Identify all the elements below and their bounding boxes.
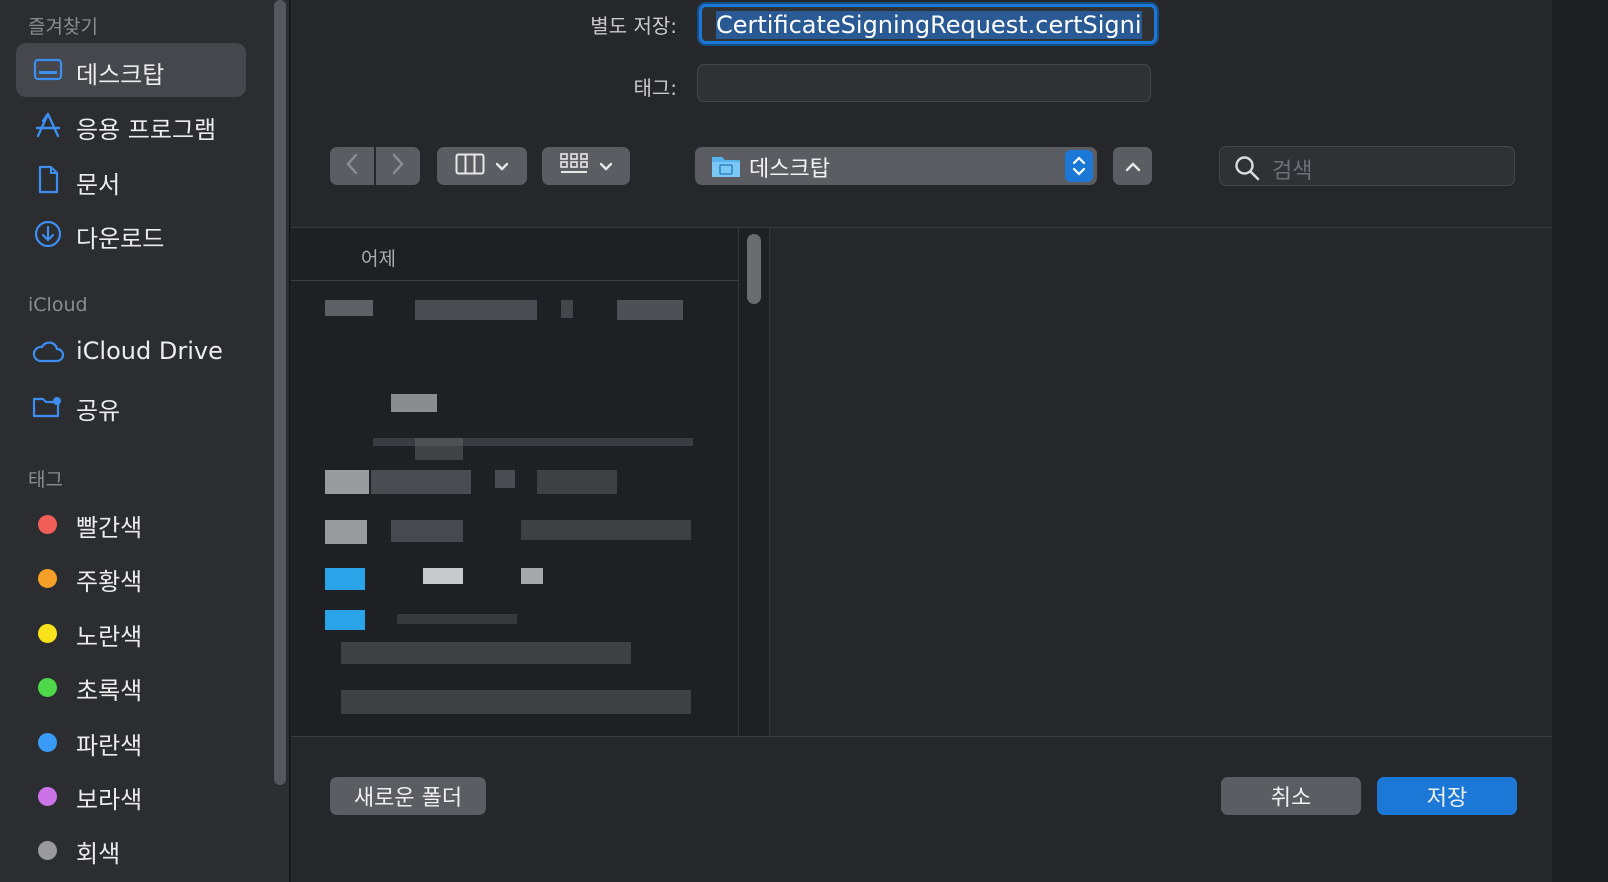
- tags-label: 태그:: [633, 76, 677, 100]
- location-label: 데스크탑: [749, 157, 830, 182]
- list-item[interactable]: [291, 606, 739, 634]
- back-button[interactable]: [330, 147, 374, 185]
- column-header-divider: [291, 280, 739, 281]
- tags-input[interactable]: [697, 64, 1151, 102]
- blue-tag-dot: [38, 733, 57, 752]
- file-browser: 어제: [291, 228, 1608, 736]
- sidebar-tag-purple[interactable]: 보라색: [16, 768, 246, 822]
- green-tag-dot: [38, 678, 57, 697]
- list-item[interactable]: [291, 388, 739, 418]
- sidebar-item-label: 회색: [76, 840, 121, 868]
- sidebar-tag-gray[interactable]: 회색: [16, 822, 246, 876]
- sidebar-item-label: 문서: [76, 171, 121, 199]
- group-button[interactable]: [542, 147, 630, 185]
- sidebar-item-label: 주황색: [76, 568, 143, 596]
- sidebar-item-desktop[interactable]: 데스크탑: [16, 43, 246, 97]
- search-field[interactable]: 검색: [1219, 146, 1515, 186]
- chevron-left-icon: [345, 153, 359, 179]
- list-item[interactable]: [291, 434, 739, 462]
- sidebar-item-label: 다운로드: [76, 225, 165, 253]
- chevron-down-icon: [495, 157, 509, 176]
- favorites-section-title: 즐겨찾기: [28, 16, 98, 38]
- sidebar-item-shared[interactable]: 공유: [16, 379, 246, 433]
- preview-column: [769, 228, 1608, 736]
- save-as-input[interactable]: CertificateSigningRequest.certSigni: [699, 4, 1157, 44]
- list-item[interactable]: [291, 564, 739, 592]
- sidebar-tag-green[interactable]: 초록색: [16, 659, 246, 713]
- up-down-stepper-icon: [1065, 150, 1093, 182]
- cloud-icon: [32, 337, 64, 367]
- sidebar-item-downloads[interactable]: 다운로드: [16, 207, 246, 261]
- orange-tag-dot: [38, 569, 57, 588]
- list-item[interactable]: [291, 466, 739, 496]
- chevron-down-icon: [599, 157, 613, 176]
- sidebar-item-label: 파란색: [76, 732, 143, 760]
- file-column: 어제: [291, 228, 739, 736]
- list-item[interactable]: [291, 638, 739, 668]
- forward-button[interactable]: [376, 147, 420, 185]
- sidebar-item-label: 응용 프로그램: [76, 116, 217, 144]
- purple-tag-dot: [38, 787, 57, 806]
- search-icon: [1234, 155, 1260, 185]
- column-scrollbar[interactable]: [747, 234, 761, 304]
- column-header: 어제: [361, 248, 396, 270]
- sidebar-tag-yellow[interactable]: 노란색: [16, 605, 246, 659]
- sidebar-scrollbar[interactable]: [274, 0, 286, 785]
- sidebar-item-label: 공유: [76, 397, 121, 425]
- chevron-up-icon: [1125, 157, 1141, 176]
- list-item[interactable]: [291, 516, 739, 546]
- view-mode-button[interactable]: [437, 147, 527, 185]
- filename-selection: CertificateSigningRequest.certSigni: [716, 11, 1142, 39]
- save-as-label: 별도 저장:: [590, 14, 677, 38]
- columns-view-icon: [455, 153, 485, 179]
- shared-folder-icon: [32, 391, 64, 421]
- new-folder-button[interactable]: 새로운 폴더: [330, 777, 486, 815]
- chevron-right-icon: [391, 153, 405, 179]
- sidebar-item-documents[interactable]: 문서: [16, 153, 246, 207]
- sidebar-tag-blue[interactable]: 파란색: [16, 714, 246, 768]
- bottom-divider: [291, 736, 1608, 737]
- sidebar-tag-orange[interactable]: 주황색: [16, 550, 246, 604]
- red-tag-dot: [38, 515, 57, 534]
- background-window-edge: [1552, 0, 1608, 882]
- sidebar-item-label: 데스크탑: [76, 61, 165, 89]
- sidebar-tag-red[interactable]: 빨간색: [16, 496, 246, 550]
- yellow-tag-dot: [38, 624, 57, 643]
- sidebar-item-label: 노란색: [76, 623, 143, 651]
- collapse-button[interactable]: [1113, 147, 1152, 185]
- icloud-section-title: iCloud: [28, 294, 88, 316]
- sidebar-item-icloud-drive[interactable]: iCloud Drive: [16, 325, 246, 379]
- search-placeholder: 검색: [1272, 159, 1313, 184]
- list-item[interactable]: [291, 686, 739, 716]
- tags-section-title: 태그: [28, 469, 63, 491]
- desktop-folder-icon: [711, 153, 741, 183]
- grid-group-icon: [559, 152, 589, 180]
- sidebar: 즐겨찾기 데스크탑 응용 프로그램 문서 다운로드 iCloud iCloud …: [0, 0, 290, 882]
- applications-icon: [32, 110, 64, 140]
- gray-tag-dot: [38, 841, 57, 860]
- list-item[interactable]: [291, 294, 739, 328]
- sidebar-item-applications[interactable]: 응용 프로그램: [16, 98, 246, 152]
- save-dialog-main: 별도 저장: CertificateSigningRequest.certSig…: [291, 0, 1608, 882]
- desktop-icon: [32, 55, 64, 85]
- location-popup[interactable]: 데스크탑: [695, 147, 1097, 185]
- sidebar-item-label: 빨간색: [76, 514, 143, 542]
- sidebar-item-label: 보라색: [76, 786, 143, 814]
- sidebar-item-label: iCloud Drive: [76, 337, 223, 365]
- document-icon: [32, 165, 64, 195]
- download-icon: [32, 219, 64, 249]
- save-button[interactable]: 저장: [1377, 777, 1517, 815]
- cancel-button[interactable]: 취소: [1221, 777, 1361, 815]
- sidebar-item-label: 초록색: [76, 677, 143, 705]
